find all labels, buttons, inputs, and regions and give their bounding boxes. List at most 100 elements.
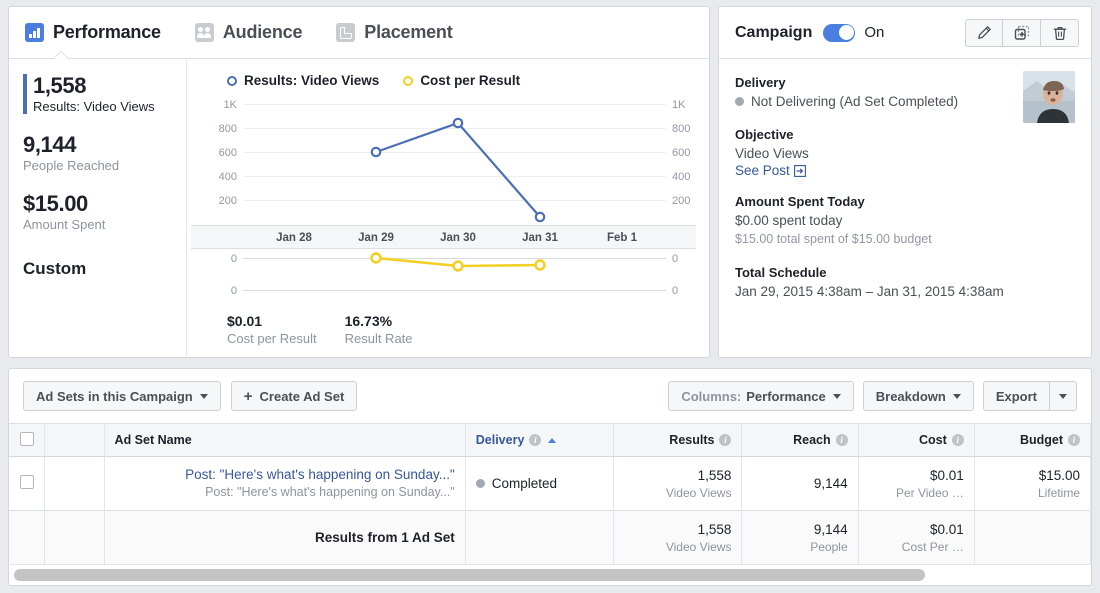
header-reach-label: Reach bbox=[793, 433, 831, 447]
info-icon[interactable]: i bbox=[1068, 434, 1080, 446]
breakdown-dropdown[interactable]: Breakdown bbox=[862, 381, 974, 411]
tab-placement[interactable]: Placement bbox=[336, 7, 453, 58]
external-link-icon bbox=[793, 164, 806, 177]
chart-area[interactable]: 1K 800 600 400 200 1K 800 600 400 200 Ja… bbox=[191, 96, 699, 296]
campaign-status-label: On bbox=[864, 24, 885, 41]
row-results-sub: Video Views bbox=[665, 485, 732, 500]
header-cost-label: Cost bbox=[919, 433, 947, 447]
legend-results[interactable]: Results: Video Views bbox=[227, 73, 379, 88]
header-budget[interactable]: Budget i bbox=[974, 423, 1091, 457]
total-label: Results from 1 Ad Set bbox=[314, 530, 455, 546]
objective-value: Video Views bbox=[735, 146, 809, 161]
tab-placement-label: Placement bbox=[364, 22, 453, 42]
ytick-1k-left: 1K bbox=[224, 99, 238, 111]
people-icon bbox=[194, 23, 214, 42]
stat-spent-label: Amount Spent bbox=[23, 217, 106, 232]
chart-column: Results: Video Views Cost per Result 1K … bbox=[186, 59, 709, 357]
amount-spent-section: Amount Spent Today $0.00 spent today $15… bbox=[735, 192, 1075, 249]
legend-results-label: Results: Video Views bbox=[244, 73, 380, 88]
export-split-button: Export bbox=[982, 381, 1077, 411]
select-all-checkbox[interactable] bbox=[20, 431, 35, 446]
stat-results[interactable]: 1,558 Results: Video Views bbox=[23, 73, 174, 115]
create-ad-set-button[interactable]: + Create Ad Set bbox=[230, 381, 358, 411]
xtick-jan30: Jan 30 bbox=[440, 232, 476, 244]
scope-dropdown[interactable]: Ad Sets in this Campaign bbox=[23, 381, 221, 411]
row-name-cell: Post: "Here's what's happening on Sunday… bbox=[104, 456, 466, 511]
datapoint-cost-jan31 bbox=[534, 259, 546, 271]
header-reach[interactable]: Reach i bbox=[741, 423, 859, 457]
scrollbar-thumb[interactable] bbox=[14, 568, 926, 581]
table-row[interactable]: Post: "Here's what's happening on Sunday… bbox=[9, 456, 1091, 511]
toggle-knob bbox=[77, 485, 93, 500]
header-ad-set-name[interactable]: Ad Set Name bbox=[104, 423, 466, 457]
info-icon[interactable]: i bbox=[719, 434, 732, 446]
ytick-600-left: 600 bbox=[219, 147, 237, 159]
campaign-status-toggle[interactable] bbox=[823, 23, 856, 42]
legend-dot-yellow-icon bbox=[403, 75, 414, 86]
performance-line-chart: 1K 800 600 400 200 1K 800 600 400 200 Ja… bbox=[191, 99, 696, 296]
edit-button[interactable] bbox=[965, 18, 1003, 47]
see-post-link[interactable]: See Post bbox=[735, 163, 806, 178]
header-results[interactable]: Results i bbox=[613, 423, 743, 457]
header-budget-label: Budget bbox=[1019, 433, 1063, 447]
performance-card: Performance Audience Placement 1,558 Res… bbox=[8, 6, 710, 358]
status-dot-icon bbox=[735, 97, 744, 106]
total-results-sub: Video Views bbox=[665, 539, 732, 554]
placement-icon bbox=[336, 23, 356, 42]
campaign-header: Campaign On bbox=[719, 7, 1091, 59]
row-checkbox[interactable] bbox=[20, 475, 35, 489]
ytick-800-left: 800 bbox=[219, 123, 237, 135]
stat-custom[interactable]: Custom bbox=[23, 259, 174, 279]
ad-set-name-link[interactable]: Post: "Here's what's happening on Sunday… bbox=[115, 466, 455, 484]
toggle-knob bbox=[838, 25, 854, 40]
table-total-row: Results from 1 Ad Set 1,558 Video Views … bbox=[9, 510, 1091, 565]
export-button[interactable]: Export bbox=[982, 381, 1050, 411]
info-icon[interactable]: i bbox=[951, 434, 964, 446]
row-budget-value: $15.00 bbox=[1038, 467, 1080, 483]
ad-sets-table: Ad Set Name Delivery i Results i Reach i… bbox=[9, 423, 1091, 565]
delete-button[interactable] bbox=[1041, 18, 1079, 47]
footer-cost-label: Cost per Result bbox=[227, 331, 317, 346]
info-icon[interactable]: i bbox=[835, 434, 848, 446]
ytick-200-left: 200 bbox=[219, 195, 237, 207]
datapoint-cost-jan30 bbox=[452, 260, 464, 272]
total-label-cell: Results from 1 Ad Set bbox=[104, 510, 466, 565]
stat-reach[interactable]: 9,144 People Reached bbox=[23, 132, 174, 174]
tab-performance[interactable]: Performance bbox=[25, 7, 161, 58]
datapoint-results-jan29 bbox=[370, 146, 382, 158]
legend-cost[interactable]: Cost per Result bbox=[403, 73, 520, 88]
duplicate-button[interactable] bbox=[1003, 18, 1041, 47]
chevron-down-icon bbox=[1059, 393, 1067, 399]
header-cost[interactable]: Cost i bbox=[858, 423, 975, 457]
stat-spent[interactable]: $15.00 Amount Spent bbox=[23, 191, 174, 233]
delivery-status: Not Delivering (Ad Set Completed) bbox=[751, 94, 959, 109]
total-reach-cell: 9,144 People bbox=[741, 510, 859, 565]
avatar-photo bbox=[1023, 71, 1075, 123]
ytick-400-left: 400 bbox=[219, 171, 237, 183]
header-select-all[interactable] bbox=[9, 423, 46, 457]
row-toggle-cell[interactable] bbox=[44, 456, 105, 511]
scrollbar-track[interactable] bbox=[14, 568, 1086, 581]
tab-audience[interactable]: Audience bbox=[194, 7, 302, 58]
total-results-cell: 1,558 Video Views bbox=[613, 510, 743, 565]
footer-cost-value: $0.01 bbox=[227, 313, 263, 329]
footer-rate-value: 16.73% bbox=[344, 313, 393, 329]
datapoint-results-jan30 bbox=[452, 117, 464, 129]
info-icon[interactable]: i bbox=[529, 434, 542, 446]
row-select-cell[interactable] bbox=[9, 456, 46, 511]
row-delivery-value: Completed bbox=[491, 476, 558, 491]
columns-dropdown[interactable]: Columns: Performance bbox=[668, 381, 854, 411]
sort-ascending-icon bbox=[548, 437, 557, 443]
campaign-title: Campaign bbox=[735, 23, 813, 41]
row-cost-sub: Per Video … bbox=[895, 485, 964, 500]
campaign-details: Delivery Not Delivering (Ad Set Complete… bbox=[719, 59, 1091, 301]
spend-today: $0.00 spent today bbox=[735, 213, 843, 228]
header-ad-set-name-label: Ad Set Name bbox=[114, 433, 192, 447]
spend-total: $15.00 total spent of $15.00 budget bbox=[735, 232, 932, 246]
export-options-button[interactable] bbox=[1050, 381, 1077, 411]
total-blank-check bbox=[9, 510, 46, 565]
total-cost-cell: $0.01 Cost Per … bbox=[858, 510, 975, 565]
horizontal-scrollbar[interactable] bbox=[10, 564, 1090, 584]
ads-manager-screen: Performance Audience Placement 1,558 Res… bbox=[0, 0, 1100, 593]
header-delivery[interactable]: Delivery i bbox=[465, 423, 614, 457]
